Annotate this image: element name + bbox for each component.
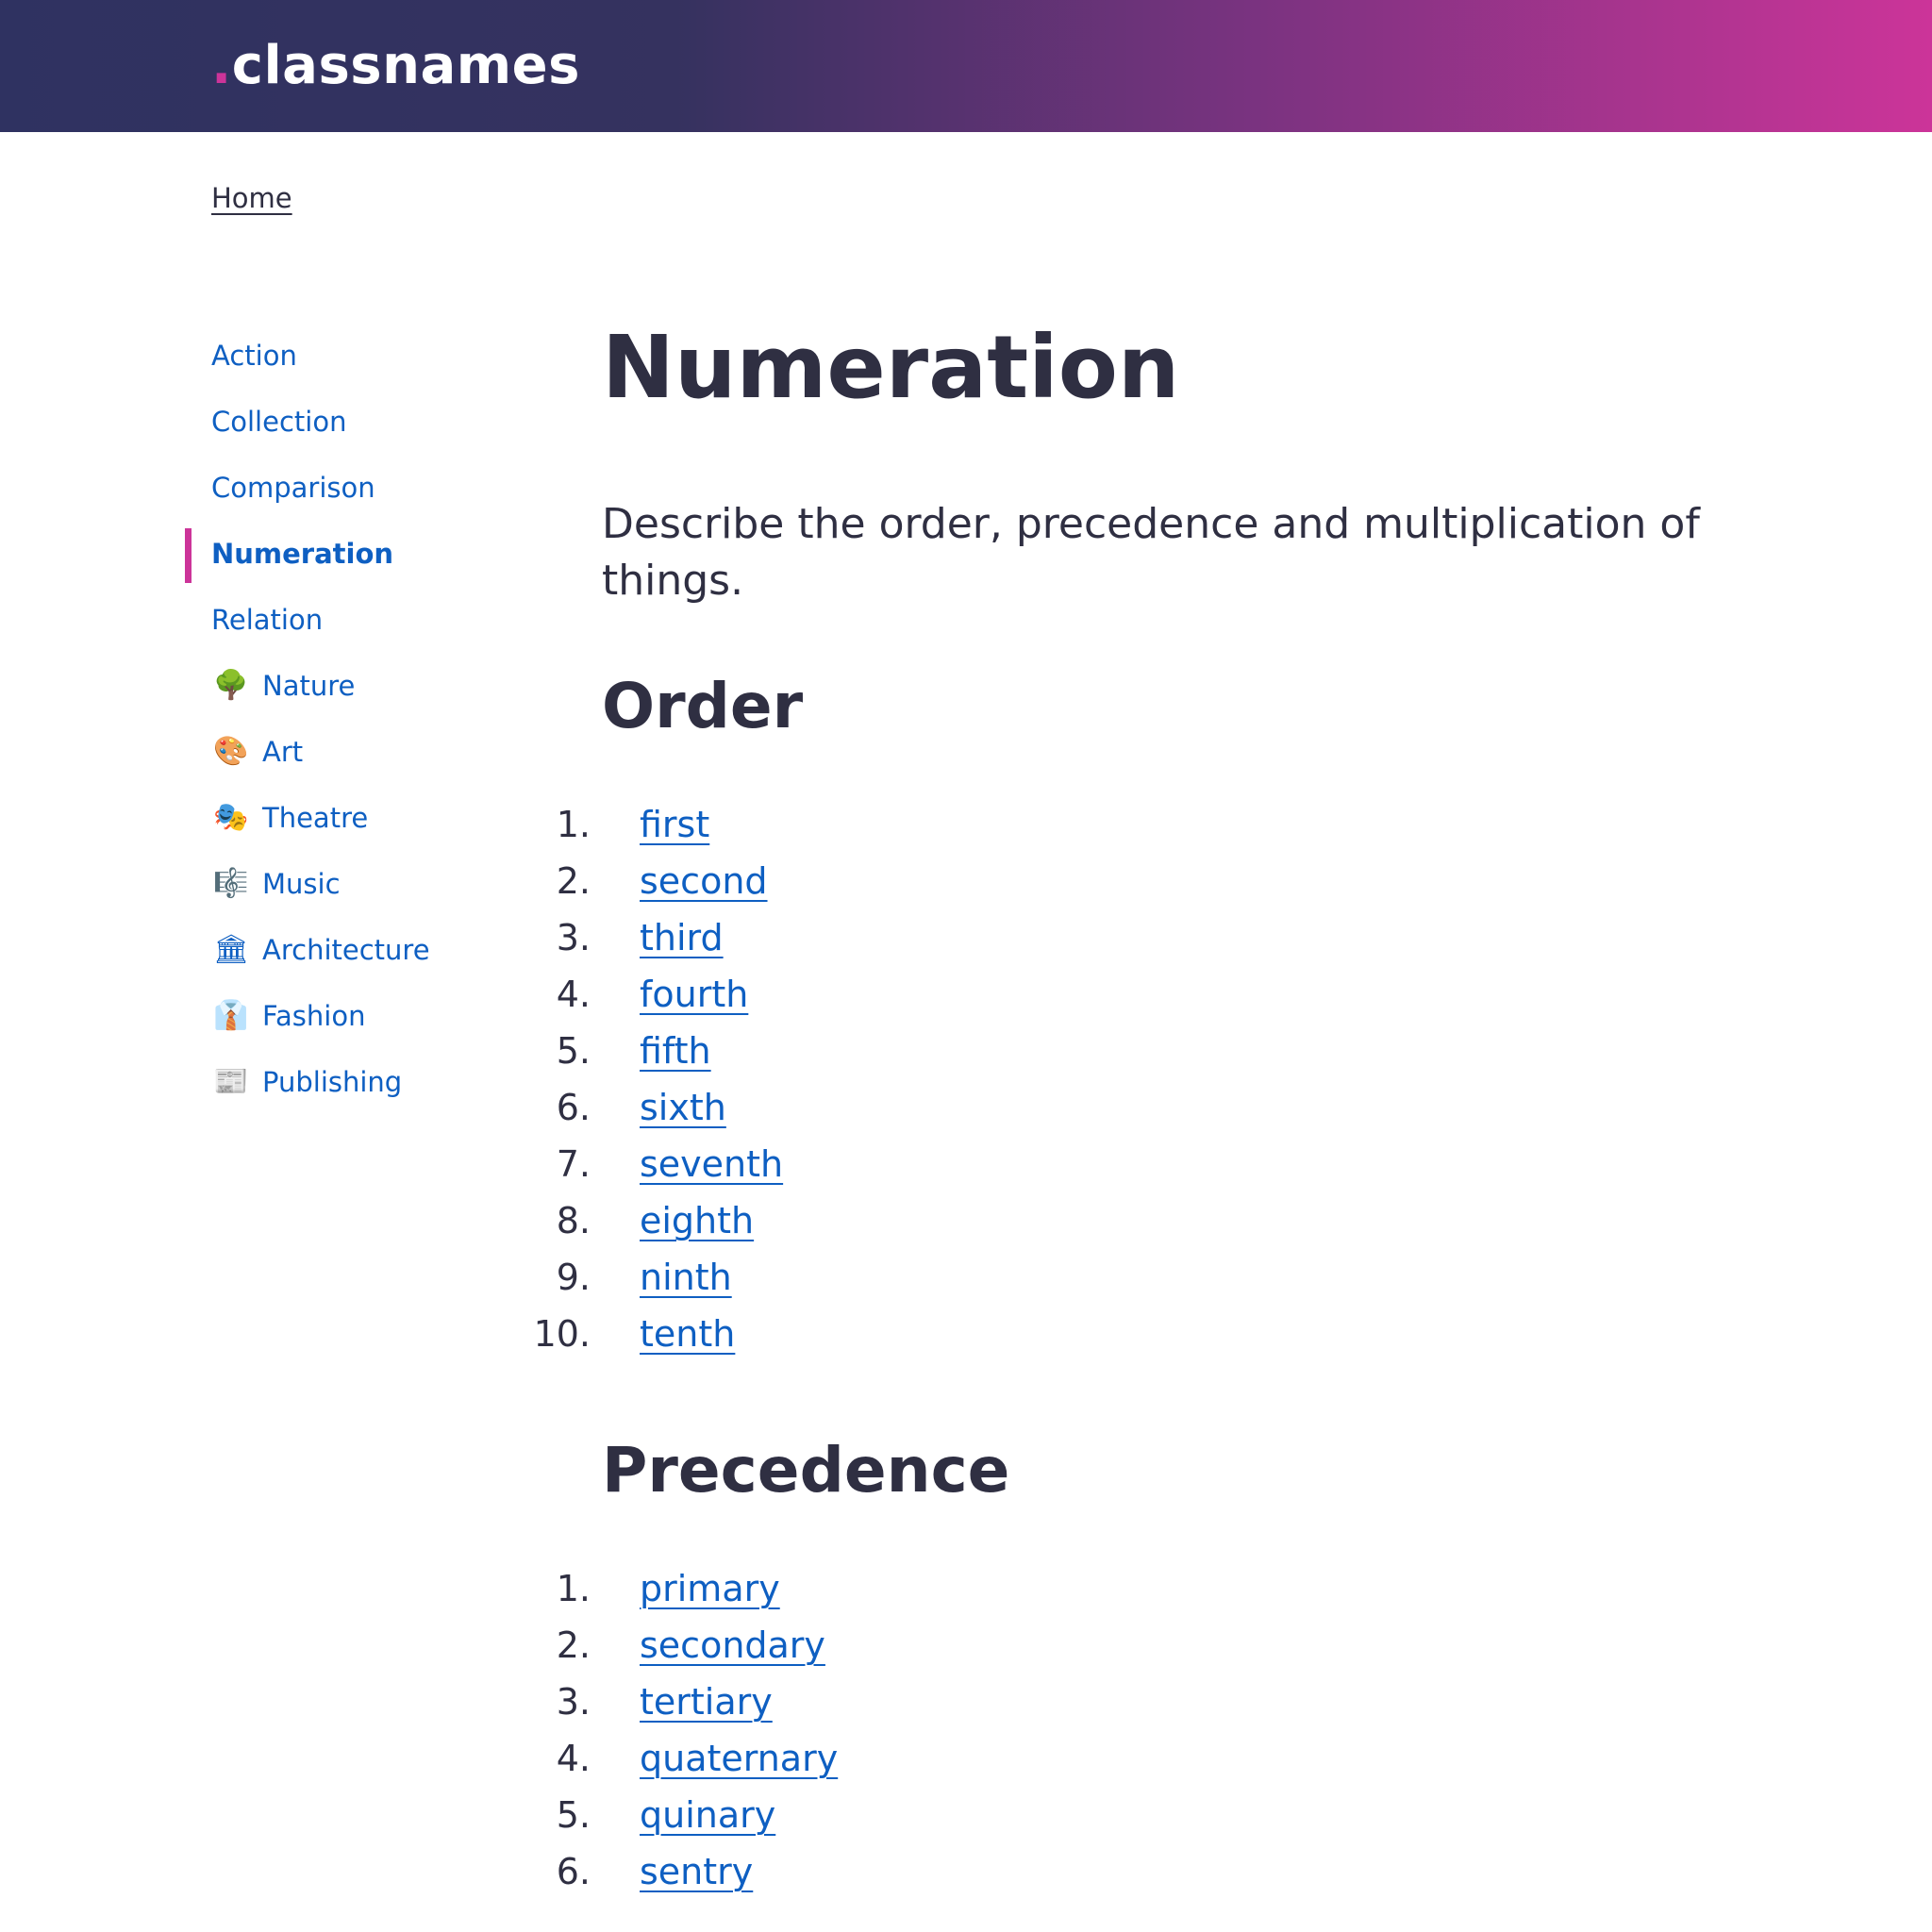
sidebar-item-action[interactable]: Action — [185, 323, 543, 389]
site-logo[interactable]: .classnames — [211, 32, 580, 100]
list-number: 4. — [556, 974, 591, 1015]
term-link[interactable]: tertiary — [640, 1674, 773, 1730]
sidebar-nav: Action Collection Comparison Numeration … — [185, 323, 543, 1115]
palette-icon: 🎨 — [213, 735, 249, 768]
sidebar-item-numeration[interactable]: Numeration — [185, 521, 543, 587]
sidebar-item-label: Action — [211, 340, 297, 372]
term-link[interactable]: fourth — [640, 966, 748, 1023]
section-title-order: Order — [602, 670, 804, 742]
main-content: Numeration Describe the order, precedenc… — [534, 302, 1790, 1900]
list-number: 1. — [556, 1568, 591, 1609]
sidebar-item-fashion[interactable]: 👔 Fashion — [185, 983, 543, 1049]
sidebar-item-label: Numeration — [211, 538, 394, 570]
music-score-icon: 🎼 — [213, 867, 249, 900]
term-link[interactable]: secondary — [640, 1617, 825, 1674]
list-item: 7. seventh — [557, 1136, 1790, 1192]
list-item: 3. third — [557, 909, 1790, 966]
list-item: 2. second — [557, 853, 1790, 909]
term-link[interactable]: sixth — [640, 1079, 726, 1136]
list-number: 7. — [556, 1143, 591, 1185]
section-title-precedence: Precedence — [602, 1434, 1010, 1507]
logo-text: classnames — [231, 35, 580, 96]
masks-icon: 🎭 — [213, 801, 249, 834]
order-list: 1. first 2. second 3. third 4. fourth 5. fift… — [534, 796, 1790, 1362]
sidebar-item-label: Relation — [211, 604, 324, 636]
sidebar-item-nature[interactable]: 🌳 Nature — [185, 653, 543, 719]
term-link[interactable]: ninth — [640, 1249, 732, 1306]
sidebar-item-comparison[interactable]: Comparison — [185, 455, 543, 521]
sidebar-item-label: Music — [262, 868, 341, 900]
breadcrumb-home-link[interactable]: Home — [211, 177, 292, 219]
term-link[interactable]: sentry — [640, 1843, 753, 1900]
sidebar-item-collection[interactable]: Collection — [185, 389, 543, 455]
list-number: 2. — [556, 1624, 591, 1666]
list-number: 10. — [533, 1313, 591, 1355]
term-link[interactable]: tenth — [640, 1306, 735, 1362]
list-item: 3. tertiary — [557, 1674, 1790, 1730]
list-item: 1. primary — [557, 1560, 1790, 1617]
sidebar-item-theatre[interactable]: 🎭 Theatre — [185, 785, 543, 851]
list-item: 8. eighth — [557, 1192, 1790, 1249]
classical-building-icon: 🏛 — [212, 933, 250, 966]
sidebar-item-label: Theatre — [262, 802, 369, 834]
logo-dot: . — [211, 35, 232, 96]
sidebar-item-relation[interactable]: Relation — [185, 587, 543, 653]
necktie-icon: 👔 — [213, 999, 249, 1032]
term-link[interactable]: eighth — [640, 1192, 754, 1249]
list-number: 5. — [556, 1030, 591, 1072]
list-item: 5. fifth — [557, 1023, 1790, 1079]
sidebar-item-label: Fashion — [262, 1000, 366, 1032]
sidebar-item-label: Nature — [262, 670, 356, 702]
list-item: 9. ninth — [557, 1249, 1790, 1306]
sidebar-item-label: Art — [262, 736, 304, 768]
list-item: 4. quaternary — [557, 1730, 1790, 1787]
tree-icon: 🌳 — [213, 669, 249, 702]
sidebar-item-architecture[interactable]: 🏛 Architecture — [185, 917, 543, 983]
term-link[interactable]: second — [640, 853, 768, 909]
list-item: 4. fourth — [557, 966, 1790, 1023]
list-item: 5. quinary — [557, 1787, 1790, 1843]
sidebar-item-label: Collection — [211, 406, 347, 438]
page-title: Numeration — [602, 317, 1180, 418]
header-bar: .classnames — [0, 0, 1932, 132]
list-number: 3. — [556, 1681, 591, 1723]
precedence-list: 1. primary 2. secondary 3. tertiary 4. quate… — [557, 1560, 1790, 1900]
list-number: 2. — [556, 860, 591, 902]
list-number: 3. — [556, 917, 591, 958]
list-number: 1. — [556, 804, 591, 845]
sidebar-item-label: Publishing — [262, 1066, 403, 1098]
term-link[interactable]: quinary — [640, 1787, 775, 1843]
list-item: 10. tenth — [534, 1306, 1790, 1362]
list-number: 5. — [556, 1794, 591, 1836]
newspaper-icon: 📰 — [213, 1065, 249, 1098]
list-number: 4. — [556, 1738, 591, 1779]
list-number: 8. — [556, 1200, 591, 1241]
term-link[interactable]: primary — [640, 1560, 780, 1617]
term-link[interactable]: quaternary — [640, 1730, 838, 1787]
term-link[interactable]: seventh — [640, 1136, 783, 1192]
sidebar-item-label: Comparison — [211, 472, 375, 504]
list-item: 6. sixth — [557, 1079, 1790, 1136]
list-number: 9. — [556, 1257, 591, 1298]
sidebar-item-art[interactable]: 🎨 Art — [185, 719, 543, 785]
sidebar-item-publishing[interactable]: 📰 Publishing — [185, 1049, 543, 1115]
sidebar-item-music[interactable]: 🎼 Music — [185, 851, 543, 917]
term-link[interactable]: third — [640, 909, 724, 966]
sidebar-item-label: Architecture — [262, 934, 430, 966]
page-description: Describe the order, precedence and multi… — [602, 500, 1700, 605]
list-item: 1. first — [557, 796, 1790, 853]
list-number: 6. — [556, 1851, 591, 1892]
list-item: 6. sentry — [557, 1843, 1790, 1900]
term-link[interactable]: first — [640, 796, 709, 853]
list-item: 2. secondary — [557, 1617, 1790, 1674]
list-number: 6. — [556, 1087, 591, 1128]
term-link[interactable]: fifth — [640, 1023, 711, 1079]
